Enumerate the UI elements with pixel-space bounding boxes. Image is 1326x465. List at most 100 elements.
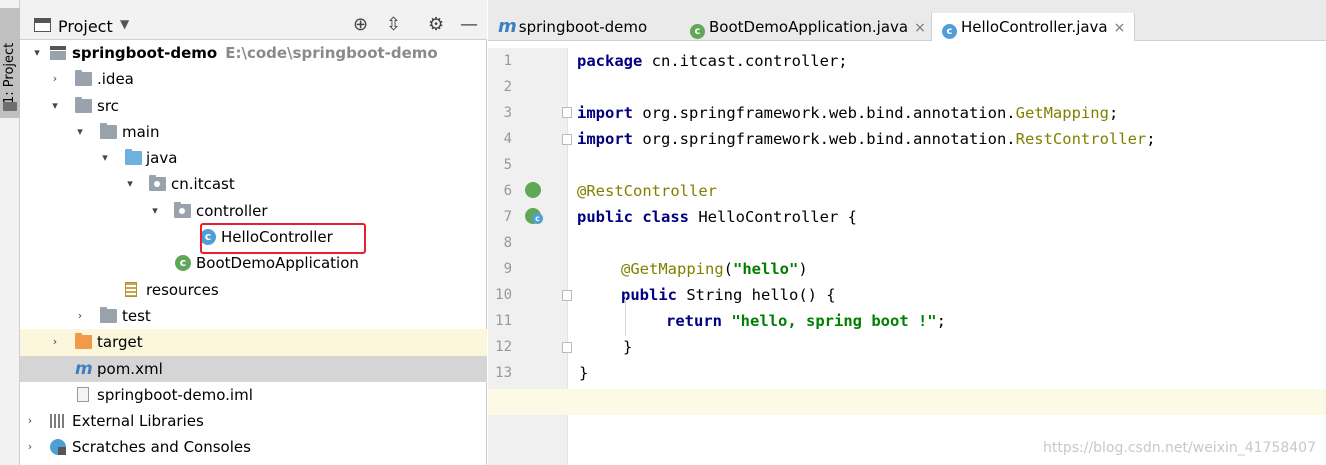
expand-arrow-icon[interactable]: › — [23, 408, 37, 434]
tree-node-test[interactable]: › test — [20, 303, 487, 329]
expand-arrow-icon[interactable]: › — [48, 66, 62, 92]
tab-label: BootDemoApplication.java — [709, 18, 909, 36]
code-line-13: } — [579, 364, 589, 382]
spring-bean-icon[interactable] — [525, 182, 541, 198]
tree-node-main[interactable]: ▾ main — [20, 119, 487, 145]
folder-icon — [75, 70, 92, 87]
tree-node-label: .idea — [97, 70, 134, 89]
collapse-icon[interactable]: ⇳ — [386, 15, 401, 35]
tree-node-label: Scratches and Consoles — [72, 438, 251, 457]
project-tool-button[interactable]: 1: Project — [0, 8, 20, 118]
code-line-6: @RestController — [577, 182, 717, 200]
tree-node-label: HelloController — [221, 228, 333, 247]
project-path-hint: E:\code\springboot-demo — [225, 44, 438, 62]
tree-node-resources[interactable]: resources — [20, 277, 487, 303]
tool-window-strip: 1: Project — [0, 0, 20, 465]
tree-node-pom-xml[interactable]: m pom.xml — [20, 355, 487, 382]
current-line-highlight — [568, 389, 1326, 415]
tree-node-target[interactable]: › target — [20, 329, 487, 356]
gear-icon[interactable]: ⚙ — [428, 15, 444, 35]
library-icon — [50, 414, 66, 429]
watermark: https://blog.csdn.net/weixin_41758407 — [1042, 440, 1316, 456]
tree-node-iml[interactable]: springboot-demo.iml — [20, 382, 487, 408]
tab-hellocontroller[interactable]: c HelloController.java × — [931, 13, 1135, 41]
class-icon: c — [942, 24, 957, 39]
line-number: 11 — [495, 313, 512, 329]
tree-node-java[interactable]: ▾ java — [20, 145, 487, 171]
code-line-4: import org.springframework.web.bind.anno… — [577, 130, 1156, 148]
tree-node-src[interactable]: ▾ src — [20, 93, 487, 119]
fold-marker-icon[interactable] — [562, 342, 572, 353]
tree-node-label: target — [97, 333, 143, 352]
project-tree: ▾ springboot-demo E:\code\springboot-demo… — [20, 40, 487, 461]
expand-arrow-icon[interactable]: ▾ — [123, 171, 137, 197]
indent-guide — [625, 296, 626, 336]
code-line-7: public class HelloController { — [577, 208, 857, 226]
tree-node-label: java — [146, 149, 178, 168]
excluded-folder-icon — [75, 333, 92, 350]
line-number: 4 — [503, 131, 512, 147]
expand-arrow-icon[interactable]: ▾ — [48, 93, 62, 119]
tree-node-external-libraries[interactable]: › External Libraries — [20, 408, 487, 434]
tree-node-label: BootDemoApplication — [196, 254, 359, 273]
springboot-class-icon: c — [690, 24, 705, 39]
class-icon: c — [200, 229, 216, 246]
chevron-down-icon[interactable]: ▼ — [120, 17, 129, 31]
crosshair-icon[interactable]: ⊕ — [353, 15, 368, 35]
maven-icon: m — [75, 358, 93, 379]
close-icon[interactable]: × — [1114, 20, 1126, 36]
tab-springboot-demo[interactable]: m springboot-demo — [488, 13, 678, 41]
tree-node-label: External Libraries — [72, 412, 204, 431]
tab-bootdemoapplication[interactable]: c BootDemoApplication.java × — [680, 13, 928, 41]
project-tool-label: 1: Project — [2, 42, 17, 104]
expand-arrow-icon[interactable]: ▾ — [98, 145, 112, 171]
minimize-icon[interactable]: — — [460, 15, 478, 35]
tree-node-label: main — [122, 122, 160, 141]
tree-node-cn-itcast[interactable]: ▾ cn.itcast — [20, 171, 487, 197]
expand-arrow-icon[interactable]: › — [48, 329, 62, 355]
tree-node-scratches[interactable]: › Scratches and Consoles — [20, 434, 487, 460]
line-number: 12 — [495, 339, 512, 355]
tree-node-idea[interactable]: › .idea — [20, 66, 487, 92]
fold-marker-icon[interactable] — [562, 107, 572, 118]
maven-icon: m — [498, 16, 517, 37]
line-number: 6 — [503, 183, 512, 199]
line-number: 2 — [503, 79, 512, 95]
tree-node-controller[interactable]: ▾ controller — [20, 198, 487, 224]
spring-class-icon[interactable] — [525, 208, 543, 224]
expand-arrow-icon[interactable]: › — [73, 303, 87, 329]
tree-node-label: springboot-demo E:\code\springboot-demo — [72, 44, 438, 62]
close-icon[interactable]: × — [914, 20, 926, 36]
fold-marker-icon[interactable] — [562, 134, 572, 145]
tree-node-bootdemoapplication[interactable]: c BootDemoApplication — [20, 250, 487, 276]
package-icon — [174, 201, 191, 218]
tree-node-hellocontroller[interactable]: c HelloController — [20, 224, 487, 250]
folder-icon — [75, 96, 92, 113]
tree-node-label: resources — [146, 280, 219, 299]
code-line-12: } — [623, 338, 633, 356]
tree-node-label: test — [122, 306, 151, 325]
line-number: 1 — [503, 53, 512, 69]
package-icon — [149, 175, 166, 192]
tree-node-label: pom.xml — [97, 359, 163, 378]
expand-arrow-icon[interactable]: ▾ — [30, 40, 44, 66]
tree-node-springboot-demo[interactable]: ▾ springboot-demo E:\code\springboot-demo — [20, 40, 487, 66]
expand-arrow-icon[interactable]: › — [23, 434, 37, 460]
expand-arrow-icon[interactable]: ▾ — [73, 119, 87, 145]
code-line-10: public String hello() { — [621, 286, 836, 304]
code-line-1: package cn.itcast.controller; — [577, 52, 848, 70]
line-number: 8 — [503, 235, 512, 251]
code-line-11: return "hello, spring boot !"; — [666, 312, 946, 330]
source-folder-icon — [125, 149, 142, 166]
project-view-icon — [34, 18, 51, 32]
springboot-class-icon: c — [175, 255, 191, 272]
fold-marker-icon[interactable] — [562, 290, 572, 301]
line-number: 13 — [495, 365, 512, 381]
project-view-selector[interactable]: Project — [58, 17, 113, 36]
folder-icon — [3, 102, 17, 111]
tab-label: springboot-demo — [518, 18, 648, 36]
project-panel: Project ▼ ⊕ ⇳ ⚙ — ▾ springboot-demo E:\co… — [20, 0, 487, 465]
expand-arrow-icon[interactable]: ▾ — [148, 198, 162, 224]
tree-node-label: springboot-demo.iml — [97, 385, 253, 404]
line-number: 3 — [503, 105, 512, 121]
